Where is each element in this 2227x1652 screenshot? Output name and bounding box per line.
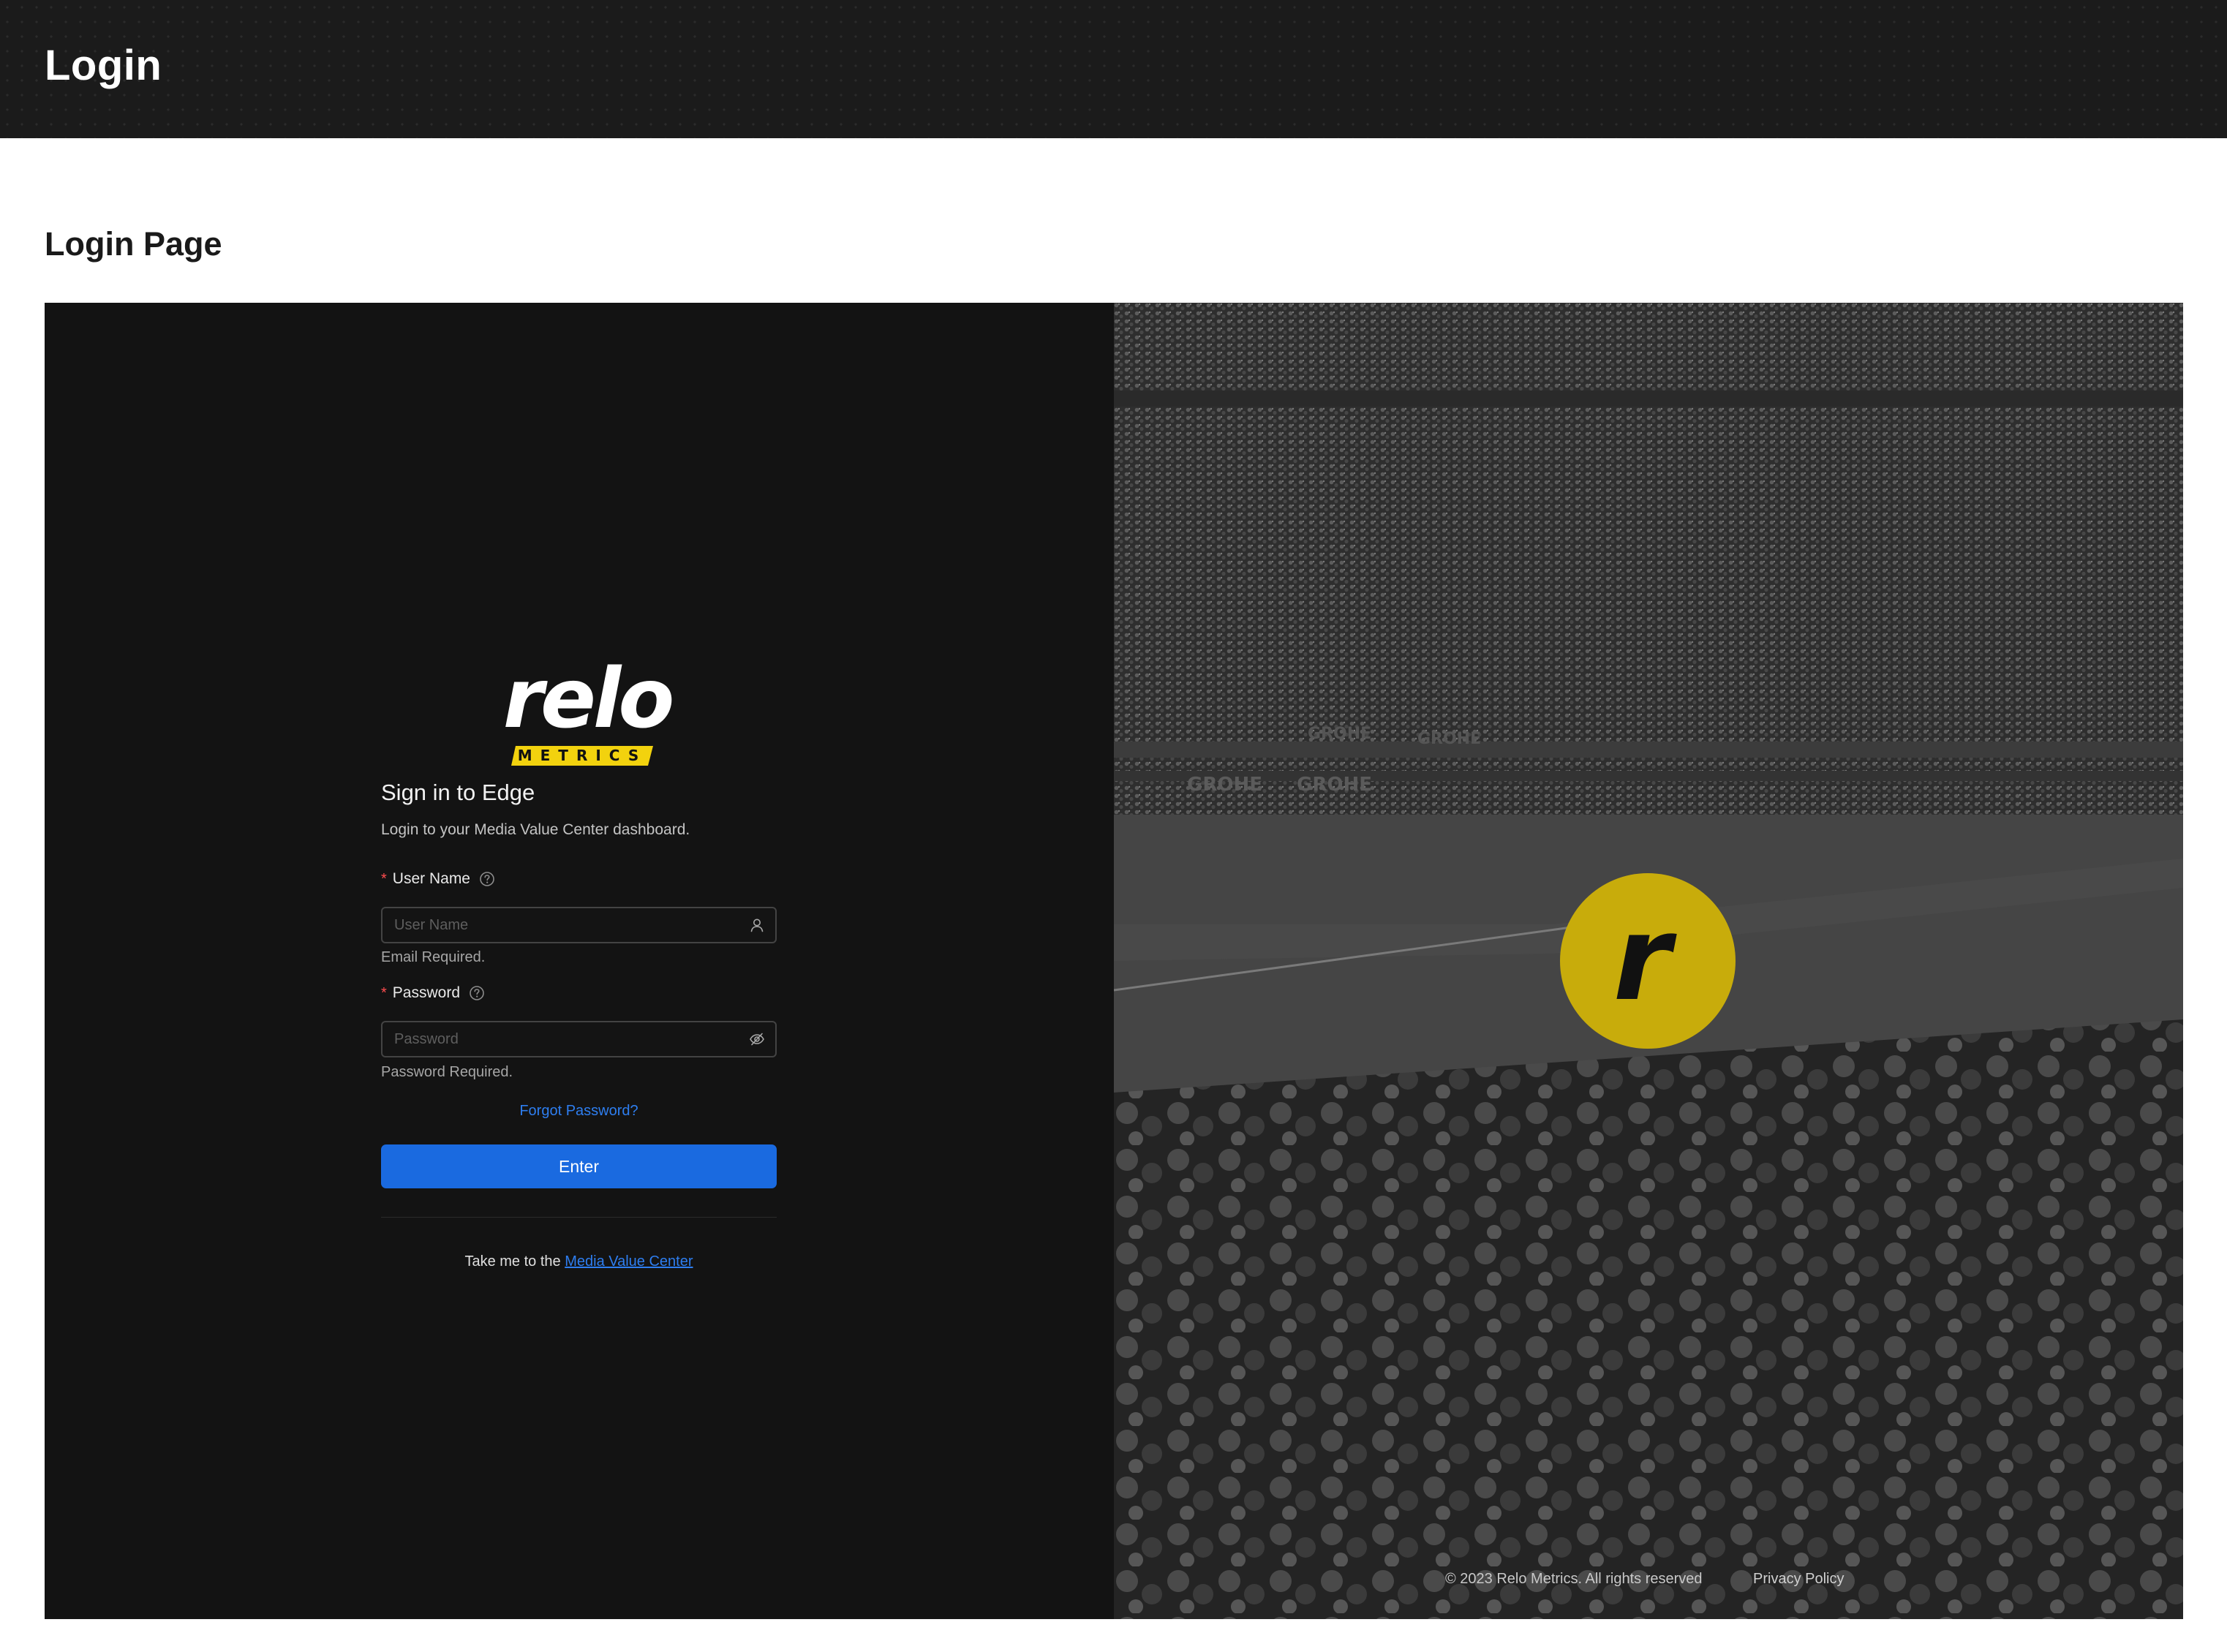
required-mark: *	[381, 870, 387, 887]
password-error: Password Required.	[381, 1064, 513, 1080]
svg-text:GROHE: GROHE	[1187, 774, 1262, 796]
svg-text:relo: relo	[503, 652, 672, 747]
copyright-text: © 2023 Relo Metrics. All rights reserved	[1445, 1571, 1703, 1587]
svg-text:GROHE: GROHE	[1308, 725, 1371, 743]
svg-text:r: r	[1613, 890, 1678, 1027]
app-header: Login	[0, 0, 2227, 138]
username-label-row: * User Name	[381, 870, 495, 888]
svg-text:GROHE: GROHE	[1297, 774, 1372, 796]
forgot-password-link[interactable]: Forgot Password?	[381, 1103, 777, 1120]
svg-text:GROHE: GROHE	[1417, 730, 1481, 748]
question-circle-icon[interactable]	[469, 985, 485, 1001]
relo-metrics-logo: relo METRICS	[503, 652, 674, 766]
svg-text:METRICS: METRICS	[518, 747, 647, 764]
take-me-text: Take me to the	[464, 1253, 561, 1270]
hero-panel: GROHE GROHE GROHE GROHE r © 2023 Relo Me…	[1114, 303, 2183, 1619]
question-circle-icon[interactable]	[479, 871, 495, 887]
divider	[381, 1217, 777, 1218]
app-title: Login	[45, 42, 162, 89]
password-field[interactable]	[381, 1021, 777, 1057]
enter-button[interactable]: Enter	[381, 1144, 777, 1188]
login-preview-frame: relo METRICS Sign in to Edge Login to yo…	[45, 303, 2183, 1619]
media-value-center-line: Take me to the Media Value Center	[381, 1253, 777, 1270]
relo-r-badge: r	[1560, 873, 1736, 1049]
username-label: User Name	[392, 870, 470, 887]
form-subtitle: Login to your Media Value Center dashboa…	[381, 821, 690, 838]
form-title: Sign in to Edge	[381, 780, 535, 805]
username-input[interactable]	[394, 908, 738, 942]
password-label: Password	[392, 984, 460, 1001]
username-field[interactable]	[381, 907, 777, 943]
password-input[interactable]	[394, 1022, 738, 1056]
media-value-center-link[interactable]: Media Value Center	[565, 1253, 693, 1270]
eye-invisible-icon[interactable]	[749, 1031, 765, 1047]
privacy-policy-link[interactable]: Privacy Policy	[1753, 1571, 1844, 1588]
login-panel: relo METRICS Sign in to Edge Login to yo…	[45, 303, 1114, 1619]
username-error: Email Required.	[381, 949, 486, 965]
required-mark: *	[381, 984, 387, 1001]
user-icon	[750, 919, 764, 932]
password-label-row: * Password	[381, 984, 485, 1002]
page-heading: Login Page	[45, 225, 222, 263]
